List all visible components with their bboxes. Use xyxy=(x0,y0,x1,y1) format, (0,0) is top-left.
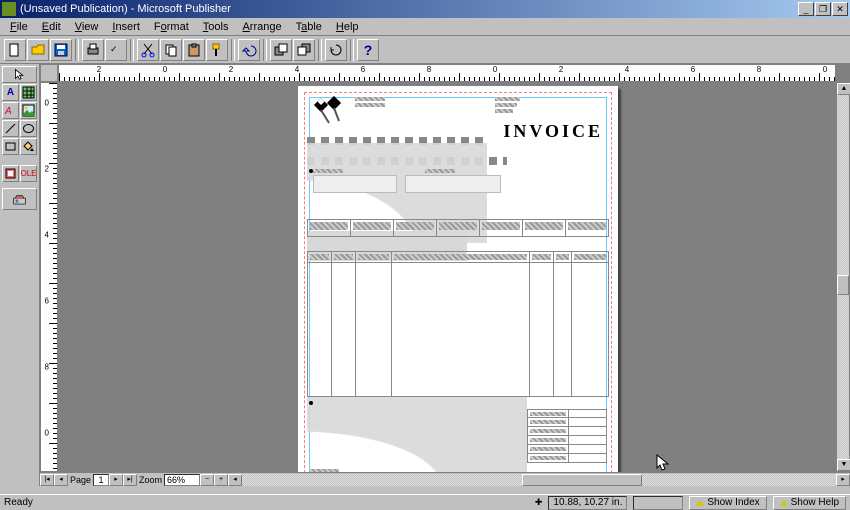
rotate-button[interactable] xyxy=(325,39,347,61)
horizontal-ruler[interactable]: 202468024680 xyxy=(58,64,836,82)
show-index-button[interactable]: Show Index xyxy=(689,496,766,510)
wordart-tool[interactable]: A xyxy=(2,102,19,119)
prev-page-button[interactable]: ◂ xyxy=(54,474,68,486)
design-gallery-tool[interactable] xyxy=(2,188,37,210)
text-placeholder[interactable] xyxy=(495,109,513,113)
cut-button[interactable] xyxy=(137,39,159,61)
paste-button[interactable] xyxy=(183,39,205,61)
label-placeholder[interactable] xyxy=(425,169,455,173)
status-coords: 10.88, 10.27 in. xyxy=(548,496,627,510)
box-tool[interactable] xyxy=(2,138,19,155)
scroll-left-button[interactable]: ◂ xyxy=(228,474,242,486)
info-table[interactable] xyxy=(307,219,609,237)
app-icon xyxy=(2,2,16,16)
undo-button[interactable] xyxy=(238,39,260,61)
svg-text:✓: ✓ xyxy=(110,44,118,54)
pointer-tool[interactable] xyxy=(2,66,37,83)
spelling-button[interactable]: ✓ xyxy=(105,39,127,61)
vertical-scrollbar[interactable]: ▲ ▼ xyxy=(836,82,850,472)
decorative-curve xyxy=(307,397,527,472)
page-number[interactable]: 1 xyxy=(93,474,109,486)
insert-object-tool[interactable]: OLE xyxy=(20,165,37,182)
last-page-button[interactable]: ▸| xyxy=(123,474,137,486)
shapes-tool[interactable] xyxy=(20,138,37,155)
vertical-ruler[interactable]: 024680 xyxy=(40,82,58,472)
bring-front-button[interactable] xyxy=(270,39,292,61)
menu-format[interactable]: Format xyxy=(148,20,195,34)
close-button[interactable]: ✕ xyxy=(832,2,848,16)
title-bar: (Unsaved Publication) - Microsoft Publis… xyxy=(0,0,850,18)
minimize-button[interactable]: _ xyxy=(798,2,814,16)
menu-view[interactable]: View xyxy=(69,20,105,34)
standard-toolbar: ✓ ? xyxy=(0,36,850,64)
menu-table[interactable]: Table xyxy=(290,20,328,34)
text-placeholder[interactable] xyxy=(355,103,385,107)
zoom-in-button[interactable]: + xyxy=(214,474,228,486)
text-placeholder[interactable] xyxy=(495,103,517,107)
decorative-band[interactable] xyxy=(307,137,487,145)
window-title: (Unsaved Publication) - Microsoft Publis… xyxy=(20,3,798,15)
menu-arrange[interactable]: Arrange xyxy=(236,20,287,34)
text-placeholder[interactable] xyxy=(355,97,385,101)
maximize-button[interactable]: ❐ xyxy=(815,2,831,16)
page-wizard-tool[interactable] xyxy=(2,165,19,182)
table-tool[interactable] xyxy=(20,84,37,101)
zoom-out-button[interactable]: − xyxy=(200,474,214,486)
page-label: Page xyxy=(68,475,93,485)
zoom-label: Zoom xyxy=(137,475,164,485)
status-ready: Ready xyxy=(4,497,33,508)
text-tool[interactable]: A xyxy=(2,84,19,101)
show-help-button[interactable]: Show Help xyxy=(773,496,846,510)
menu-file[interactable]: File xyxy=(4,20,34,34)
work-area: 202468024680 024680 INVOICE xyxy=(40,64,850,486)
menu-edit[interactable]: Edit xyxy=(36,20,67,34)
ruler-origin[interactable] xyxy=(40,64,58,82)
menu-insert[interactable]: Insert xyxy=(106,20,146,34)
new-button[interactable] xyxy=(4,39,26,61)
decorative-band[interactable] xyxy=(307,157,507,165)
logo-placeholder[interactable] xyxy=(311,95,351,125)
line-tool[interactable] xyxy=(2,120,19,137)
first-page-button[interactable]: |◂ xyxy=(40,474,54,486)
totals-table[interactable] xyxy=(527,409,607,463)
send-back-button[interactable] xyxy=(293,39,315,61)
svg-text:A: A xyxy=(4,106,12,117)
scroll-right-button[interactable]: ▸ xyxy=(836,474,850,486)
picture-tool[interactable] xyxy=(20,102,37,119)
horizontal-scrollbar[interactable] xyxy=(242,474,836,486)
open-button[interactable] xyxy=(27,39,49,61)
page-nav-bar: |◂ ◂ Page 1 ▸ ▸| Zoom 66% − + ◂ ▸ xyxy=(40,472,850,486)
zoom-value[interactable]: 66% xyxy=(164,474,200,486)
document-page[interactable]: INVOICE xyxy=(298,86,618,472)
menu-tools[interactable]: Tools xyxy=(197,20,235,34)
menu-bar: File Edit View Insert Format Tools Arran… xyxy=(0,18,850,36)
help-button[interactable]: ? xyxy=(357,39,379,61)
canvas-viewport[interactable]: INVOICE xyxy=(58,82,836,472)
print-button[interactable] xyxy=(82,39,104,61)
save-button[interactable] xyxy=(50,39,72,61)
line-items-table[interactable] xyxy=(307,251,609,397)
invoice-title[interactable]: INVOICE xyxy=(503,121,603,142)
oval-tool[interactable] xyxy=(20,120,37,137)
bullet-icon xyxy=(309,401,313,405)
status-size xyxy=(633,496,683,510)
next-page-button[interactable]: ▸ xyxy=(109,474,123,486)
status-bar: Ready ✚ 10.88, 10.27 in. Show Index Show… xyxy=(0,494,850,510)
copy-button[interactable] xyxy=(160,39,182,61)
address-box[interactable] xyxy=(405,175,501,193)
address-box[interactable] xyxy=(313,175,397,193)
text-placeholder[interactable] xyxy=(495,97,520,101)
menu-help[interactable]: Help xyxy=(330,20,365,34)
label-placeholder[interactable] xyxy=(313,169,343,173)
tool-palette: A A OLE xyxy=(0,64,40,486)
format-painter-button[interactable] xyxy=(206,39,228,61)
